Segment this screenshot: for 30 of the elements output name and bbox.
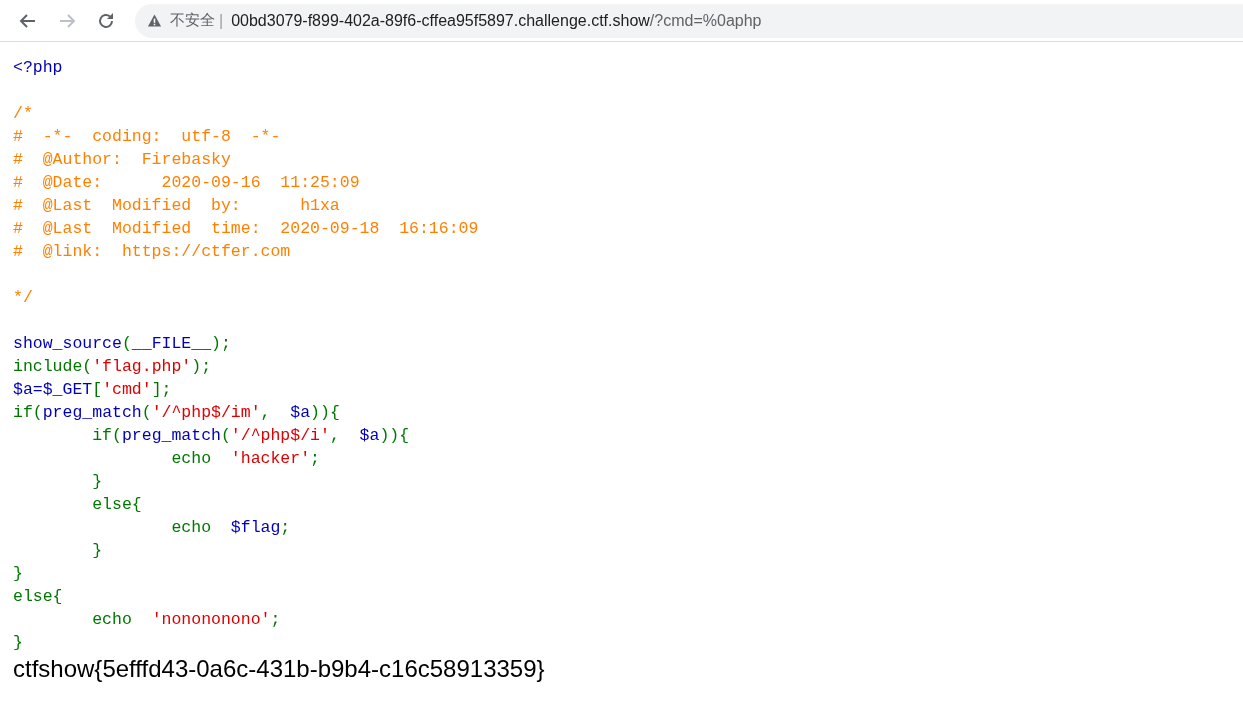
code-line: */ [13,287,33,309]
url-host: 00bd3079-f899-402a-89f6-cffea95f5897.challenge.ctf.show [231,11,650,30]
separator: | [219,11,224,30]
code-line: # @Date: 2020-09-16 11:25:09 [13,172,360,194]
code-line: # @Last Modified by: h1xa [13,195,340,217]
code-line: include('flag.php'); [13,356,212,378]
warning-icon[interactable] [147,13,162,28]
code-line: # @link: https://ctfer.com [13,241,291,263]
code-line: $a=$_GET['cmd']; [13,379,172,401]
code-line: echo 'hacker'; [170,448,320,470]
code-line: echo 'nonononono'; [91,609,281,631]
code-line: else{ [91,494,142,516]
code-line: <?php [13,57,63,79]
code-line: } [13,563,23,585]
security-label: 不安全 [170,11,215,30]
code-line: } [91,471,103,493]
code-line: # @Author: Firebasky [13,149,231,171]
code-line: } [13,632,23,654]
code-line: show_source(__FILE__); [13,333,231,355]
code-line: if(preg_match('/^php$/i', $a)){ [91,425,410,447]
url-path: /?cmd=%0aphp [649,11,762,30]
address-bar[interactable]: 不安全 | 00bd3079-f899-402a-89f6-cffea95f5897.challenge.ctf.show/?cmd=%0aphp [135,3,1243,38]
code-line: if(preg_match('/^php$/im', $a)){ [13,402,340,424]
code-line: echo $flag; [170,517,291,539]
code-line: } [91,540,103,562]
flag-output: ctfshow{5efffd43-0a6c-431b-b9b4-c16c58913359} [13,654,545,684]
code-line: # -*- coding: utf-8 -*- [13,126,281,148]
code-line: /* [13,103,33,125]
code-line: # @Last Modified time: 2020-09-18 16:16:09 [13,218,479,240]
code-line: else{ [13,586,63,608]
